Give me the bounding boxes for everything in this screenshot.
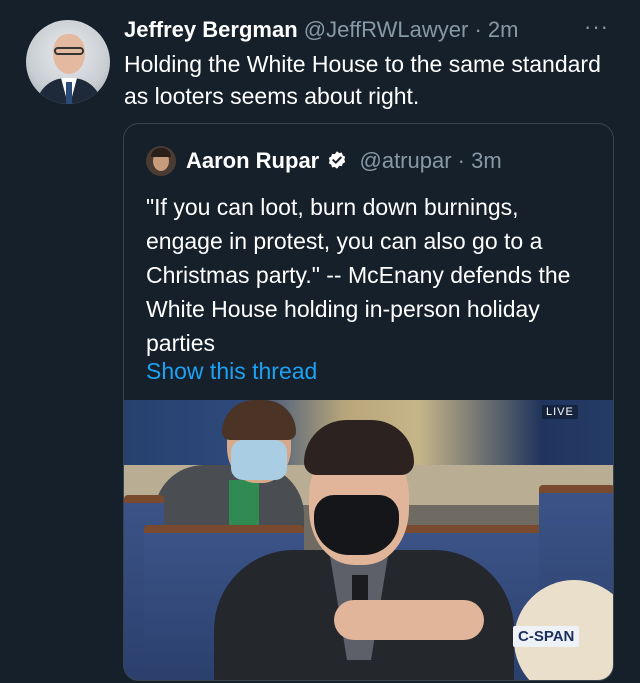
quoted-avatar-hair bbox=[151, 148, 171, 157]
quoted-tweet-header: Aaron Rupar @atrupar · 3m bbox=[186, 146, 502, 176]
quoted-tweet-time[interactable]: · 3m bbox=[458, 148, 502, 173]
quoted-author-handle[interactable]: @atrupar bbox=[360, 148, 452, 173]
quoted-author-avatar[interactable] bbox=[146, 146, 176, 176]
network-logo: C-SPAN bbox=[513, 626, 580, 647]
quoted-tweet-text: "If you can loot, burn down burnings, en… bbox=[146, 194, 571, 356]
author-handle[interactable]: @JeffRWLawyer bbox=[304, 17, 469, 42]
show-thread-link[interactable]: Show this thread bbox=[146, 356, 317, 386]
tweet: Jeffrey Bergman @JeffRWLawyer · 2m ··· H… bbox=[0, 0, 640, 683]
tweet-text: Holding the White House to the same stan… bbox=[124, 51, 601, 109]
quoted-tweet[interactable]: Aaron Rupar @atrupar · 3m "If you can lo… bbox=[123, 123, 614, 681]
media-man-mask bbox=[314, 495, 399, 555]
live-badge: LIVE bbox=[542, 405, 578, 419]
author-name[interactable]: Jeffrey Bergman bbox=[124, 17, 298, 42]
media-woman-mask bbox=[231, 440, 287, 480]
media-man-hands bbox=[334, 600, 484, 640]
author-avatar[interactable] bbox=[26, 20, 110, 104]
tweet-header: Jeffrey Bergman @JeffRWLawyer · 2m bbox=[124, 16, 518, 44]
tweet-time[interactable]: · 2m bbox=[474, 17, 518, 42]
quoted-author-name[interactable]: Aaron Rupar bbox=[186, 148, 319, 173]
media-man-hair bbox=[304, 420, 414, 475]
avatar-glasses bbox=[54, 47, 84, 55]
verified-badge-icon bbox=[329, 151, 346, 169]
more-horizontal-icon[interactable]: ··· bbox=[584, 14, 609, 40]
avatar-tie bbox=[66, 82, 72, 104]
tweet-media-image[interactable]: LIVE C-SPAN bbox=[124, 400, 613, 680]
